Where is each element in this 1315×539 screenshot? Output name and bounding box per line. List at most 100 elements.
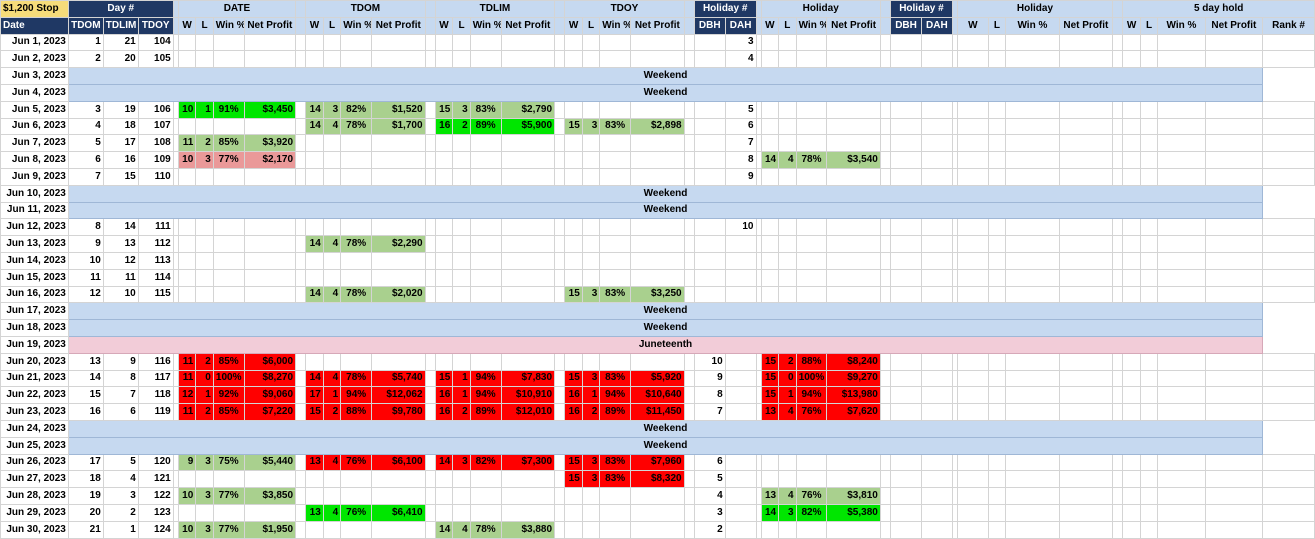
dbh2-cell[interactable] [890, 100, 922, 119]
spacer-cell[interactable] [683, 50, 695, 69]
group-tdoy-w-cell[interactable] [564, 503, 583, 522]
group-holiday-l-cell[interactable]: 2 [778, 352, 797, 371]
spacer-cell[interactable] [424, 470, 436, 489]
tdoy-cell[interactable]: 114 [137, 268, 174, 287]
date-cell[interactable]: Jun 12, 2023 [0, 218, 69, 237]
group-tdom-winpct-cell[interactable] [340, 251, 373, 270]
group-tdoy-w-cell[interactable] [564, 520, 583, 539]
group-date-w-cell[interactable] [177, 251, 197, 270]
group-tdlim-winpct-cell[interactable] [469, 134, 502, 153]
spacer-cell[interactable] [295, 134, 307, 153]
spacer-cell[interactable] [554, 369, 566, 388]
group-tdlim-l-cell[interactable] [452, 251, 471, 270]
group-tdlim-l-cell[interactable] [452, 268, 471, 287]
group-holiday2-winpct-cell[interactable] [1005, 453, 1060, 472]
group-date-winpct-cell[interactable] [212, 235, 245, 253]
group-tdom-w-cell[interactable]: 17 [305, 386, 324, 405]
group-holiday2-winpct-cell[interactable] [1005, 50, 1060, 69]
group-date-l-cell[interactable] [195, 235, 214, 253]
spacer-cell[interactable] [424, 218, 436, 237]
group-tdoy-l-cell[interactable] [581, 100, 601, 119]
spacer-cell[interactable] [554, 151, 566, 169]
group-five-day-w-cell[interactable] [1122, 218, 1141, 237]
group-date-l-cell[interactable] [195, 268, 214, 287]
group-tdlim-netprofit-cell[interactable]: $2,790 [500, 100, 556, 119]
group-holiday2-l-cell[interactable] [987, 268, 1007, 287]
tdom-cell[interactable]: 2 [67, 50, 104, 69]
group-holiday-winpct-cell[interactable]: 94% [795, 386, 828, 405]
group-date-netprofit-cell[interactable] [243, 285, 297, 304]
group-holiday2-l-cell[interactable] [987, 117, 1007, 136]
tdlim-cell[interactable]: 15 [102, 167, 139, 186]
spacer-cell[interactable] [554, 100, 566, 119]
group-holiday2-l-cell[interactable] [987, 386, 1007, 405]
group-date-netprofit-cell[interactable] [243, 117, 297, 136]
group-tdoy-netprofit-cell[interactable] [630, 151, 685, 169]
group-holiday-netprofit-cell[interactable] [826, 167, 881, 186]
dbh-cell[interactable]: 4 [693, 487, 726, 505]
group-holiday2-winpct-cell[interactable] [1005, 151, 1060, 169]
group-holiday-netprofit-cell[interactable]: $8,240 [826, 352, 881, 371]
dah-cell[interactable] [724, 285, 757, 304]
group-tdlim-w-cell[interactable]: 16 [434, 386, 454, 405]
rank-cell[interactable] [1262, 268, 1315, 287]
group-tdlim-l-cell[interactable] [452, 503, 471, 522]
spacer-cell[interactable] [424, 167, 436, 186]
group-date-netprofit-cell[interactable] [243, 50, 297, 69]
date-cell[interactable]: Jun 4, 2023 [0, 83, 69, 102]
tdlim-cell[interactable]: 20 [102, 50, 139, 69]
group-five-day-netprofit-cell[interactable] [1204, 100, 1264, 119]
group-date-winpct-cell[interactable] [212, 470, 245, 489]
group-tdoy-netprofit-cell[interactable]: $10,640 [630, 386, 685, 405]
spacer-cell[interactable] [683, 167, 695, 186]
rank-cell[interactable] [1262, 403, 1315, 421]
group-tdoy-l-cell[interactable]: 3 [581, 453, 601, 472]
dah-cell[interactable]: 6 [724, 117, 757, 136]
group-tdom-w-cell[interactable] [305, 167, 324, 186]
group-five-day-winpct-cell[interactable] [1157, 403, 1206, 421]
group-holiday2-winpct-cell[interactable] [1005, 33, 1060, 52]
rank-cell[interactable] [1262, 167, 1315, 186]
spacer-cell[interactable] [879, 268, 892, 287]
spacer-cell[interactable] [424, 453, 436, 472]
tdoy-cell[interactable]: 115 [137, 285, 174, 304]
group-tdlim-netprofit-cell[interactable]: $10,910 [500, 386, 556, 405]
group-tdom-netprofit-cell[interactable] [371, 268, 426, 287]
tdoy-cell[interactable]: 116 [137, 352, 174, 371]
dbh2-cell[interactable] [890, 403, 922, 421]
group-five-day-netprofit-cell[interactable] [1204, 487, 1264, 505]
date-cell[interactable]: Jun 10, 2023 [0, 184, 69, 203]
group-holiday2-w-cell[interactable] [956, 167, 989, 186]
group-five-day-l-cell[interactable] [1139, 352, 1159, 371]
group-holiday-netprofit-cell[interactable] [826, 134, 881, 153]
group-holiday2-w-cell[interactable] [956, 151, 989, 169]
group-date-l-cell[interactable]: 1 [195, 100, 214, 119]
group-holiday-winpct-cell[interactable]: 100% [795, 369, 828, 388]
tdlim-cell[interactable]: 16 [102, 151, 139, 169]
group-date-winpct-cell[interactable] [212, 218, 245, 237]
group-tdlim-l-cell[interactable]: 1 [452, 369, 471, 388]
spacer-cell[interactable] [879, 369, 892, 388]
group-five-day-w-cell[interactable] [1122, 520, 1141, 539]
group-holiday-l-cell[interactable] [778, 50, 797, 69]
spacer-cell[interactable] [683, 268, 695, 287]
spacer-cell[interactable] [1112, 285, 1124, 304]
spacer-cell[interactable] [424, 33, 436, 52]
group-tdoy-w-cell[interactable]: 15 [564, 369, 583, 388]
group-tdoy-netprofit-cell[interactable] [630, 50, 685, 69]
group-five-day-l-cell[interactable] [1139, 167, 1159, 186]
spacer-cell[interactable] [879, 285, 892, 304]
group-five-day-winpct-cell[interactable] [1157, 134, 1206, 153]
group-five-day-winpct-cell[interactable] [1157, 117, 1206, 136]
group-tdoy-w-cell[interactable] [564, 251, 583, 270]
group-date-winpct-cell[interactable] [212, 50, 245, 69]
group-date-netprofit-cell[interactable]: $3,450 [243, 100, 297, 119]
rank-cell[interactable] [1262, 50, 1315, 69]
spacer-cell[interactable] [424, 235, 436, 253]
dbh-cell[interactable]: 10 [693, 352, 726, 371]
group-tdlim-netprofit-cell[interactable] [500, 503, 556, 522]
group-date-l-cell[interactable] [195, 50, 214, 69]
group-date-netprofit-cell[interactable] [243, 251, 297, 270]
group-holiday2-netprofit-cell[interactable] [1058, 268, 1114, 287]
group-tdlim-netprofit-cell[interactable] [500, 251, 556, 270]
